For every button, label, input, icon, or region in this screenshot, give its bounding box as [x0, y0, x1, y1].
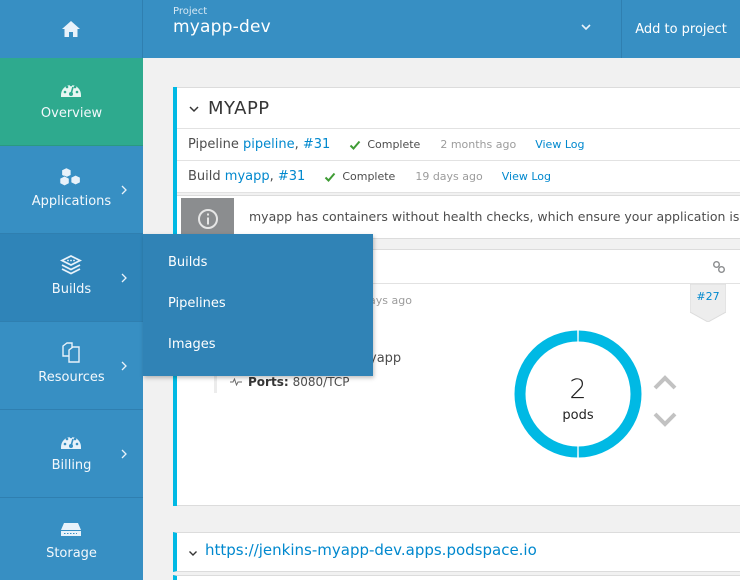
sidebar-item-label: Applications: [31, 194, 112, 209]
storage-icon: [59, 518, 83, 540]
top-header: Project myapp-dev Add to project: [0, 0, 740, 58]
build-view-log-link[interactable]: View Log: [502, 170, 551, 183]
pipeline-name-link[interactable]: pipeline: [243, 137, 295, 152]
sidebar-item-billing[interactable]: Billing: [0, 410, 143, 498]
pipeline-view-log-link[interactable]: View Log: [535, 138, 584, 151]
revision-number: #27: [696, 290, 720, 303]
scale-down-button[interactable]: [652, 411, 678, 429]
sidebar-item-storage[interactable]: Storage: [0, 498, 143, 580]
build-name-link[interactable]: myapp: [225, 169, 270, 184]
flyout-item-images[interactable]: Images: [168, 337, 216, 352]
build-kind: Build: [188, 169, 221, 184]
home-button[interactable]: [0, 0, 143, 58]
check-icon: [325, 172, 336, 182]
sidebar-item-label: Builds: [51, 282, 92, 297]
chevron-down-icon[interactable]: [187, 102, 201, 116]
build-ago: 19 days ago: [415, 170, 483, 183]
revision-tag[interactable]: #27: [689, 283, 727, 323]
pipeline-status: Complete: [367, 138, 421, 151]
chevron-down-icon[interactable]: [187, 547, 199, 559]
route-card: https://jenkins-myapp-dev.apps.podspace.…: [173, 532, 740, 572]
pulse-icon: [230, 378, 242, 386]
chevron-right-icon: [121, 361, 127, 371]
chevron-right-icon: [121, 449, 127, 459]
flyout-item-builds[interactable]: Builds: [168, 255, 207, 270]
check-icon: [350, 140, 361, 150]
sidebar-item-label: Billing: [51, 458, 92, 473]
ports-label: Ports:: [248, 375, 289, 389]
sidebar-item-label: Storage: [46, 546, 97, 561]
health-check-alert: myapp has containers without health chec…: [177, 195, 740, 239]
deployment-image: yapp: [369, 351, 402, 366]
pod-label: pods: [562, 408, 594, 423]
sidebar-item-overview[interactable]: Overview: [0, 58, 143, 146]
home-icon: [62, 21, 80, 37]
pipeline-status-row: Pipeline pipeline, #31 Complete 2 months…: [177, 129, 740, 161]
pipeline-number-link[interactable]: #31: [303, 137, 330, 152]
add-to-project-button[interactable]: Add to project: [621, 0, 740, 58]
project-label: Project: [173, 6, 208, 17]
chevron-right-icon: [121, 273, 127, 283]
alert-message: myapp has containers without health chec…: [249, 209, 740, 224]
sidebar-item-label: Overview: [40, 106, 103, 121]
build-status-row: Build myapp, #31 Complete 19 days ago Vi…: [177, 161, 740, 193]
scale-up-button[interactable]: [652, 373, 678, 391]
chevron-down-icon[interactable]: [579, 20, 593, 34]
pod-count: 2: [569, 374, 587, 405]
project-name: myapp-dev: [173, 17, 271, 37]
deployment-ago: ays ago: [369, 294, 412, 307]
pipeline-kind: Pipeline: [188, 137, 239, 152]
sidebar: Overview Applications Builds Resources B…: [0, 58, 143, 580]
next-card-edge: [173, 575, 740, 580]
info-icon: [197, 208, 218, 229]
layers-icon: [59, 254, 83, 276]
sidebar-item-label: Resources: [38, 370, 105, 385]
app-card-header: MYAPP: [177, 87, 740, 129]
files-icon: [59, 342, 83, 364]
sidebar-item-applications[interactable]: Applications: [0, 146, 143, 234]
flyout-item-pipelines[interactable]: Pipelines: [168, 296, 226, 311]
link-icon[interactable]: [712, 260, 726, 274]
build-number-link[interactable]: #31: [278, 169, 305, 184]
builds-flyout-menu: Builds Pipelines Images: [143, 234, 373, 376]
ports-value: 8080/TCP: [292, 375, 350, 389]
alert-icon-box: [181, 198, 234, 239]
chevron-right-icon: [121, 185, 127, 195]
pipeline-ago: 2 months ago: [440, 138, 517, 151]
ports-row: Ports: 8080/TCP: [230, 375, 349, 389]
dashboard-icon: [59, 78, 83, 100]
sidebar-item-resources[interactable]: Resources: [0, 322, 143, 410]
project-selector[interactable]: Project myapp-dev: [143, 0, 621, 58]
route-url-link[interactable]: https://jenkins-myapp-dev.apps.podspace.…: [205, 541, 537, 559]
build-status: Complete: [342, 170, 396, 183]
cubes-icon: [59, 166, 83, 188]
sidebar-item-builds[interactable]: Builds: [0, 234, 143, 322]
app-title: MYAPP: [208, 98, 270, 119]
gauge-icon: [59, 430, 83, 452]
